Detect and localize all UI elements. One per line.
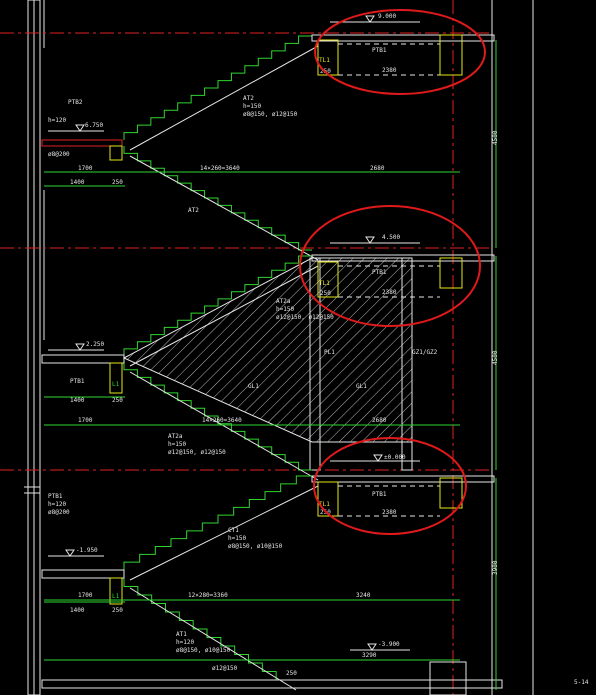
red-circle-top [314, 9, 486, 95]
svg-text:AT2a: AT2a [276, 298, 291, 305]
svg-text:GZ1/GZ2: GZ1/GZ2 [412, 349, 438, 356]
svg-text:PL1: PL1 [324, 349, 335, 356]
svg-text:4500: 4500 [492, 350, 499, 365]
svg-text:PTB1: PTB1 [372, 491, 387, 498]
svg-text:4500: 4500 [492, 130, 499, 145]
flight-lower-rising-soffit [129, 485, 319, 581]
svg-text:1700: 1700 [78, 417, 93, 424]
svg-text:ø12@150, ø12@150: ø12@150, ø12@150 [276, 314, 334, 321]
svg-text:1700: 1700 [78, 165, 93, 172]
svg-text:14×260=3640: 14×260=3640 [200, 165, 240, 172]
svg-text:h=120: h=120 [48, 501, 66, 508]
svg-text:ø8@150, ø10@150: ø8@150, ø10@150 [176, 647, 231, 654]
svg-text:1700: 1700 [78, 592, 93, 599]
svg-text:ø8@200: ø8@200 [48, 151, 70, 158]
svg-text:PTB1: PTB1 [48, 493, 63, 500]
svg-text:2380: 2380 [382, 289, 397, 296]
svg-text:h=150: h=150 [276, 306, 294, 313]
svg-text:ø12@150, ø12@150: ø12@150, ø12@150 [168, 449, 226, 456]
left-wall [24, 0, 45, 695]
svg-text:250: 250 [112, 397, 123, 404]
svg-text:6.750: 6.750 [85, 122, 103, 129]
svg-text:250: 250 [286, 670, 297, 677]
svg-text:CT1: CT1 [228, 527, 239, 534]
svg-text:2680: 2680 [370, 165, 385, 172]
svg-text:2.250: 2.250 [86, 341, 104, 348]
svg-text:250: 250 [112, 179, 123, 186]
svg-text:ø8@150, ø10@150: ø8@150, ø10@150 [228, 543, 283, 550]
svg-text:TL1: TL1 [319, 57, 330, 64]
svg-text:h=150: h=150 [228, 535, 246, 542]
svg-text:h=120: h=120 [48, 117, 66, 124]
svg-text:GL1: GL1 [356, 383, 367, 390]
flight-lower-falling-soffit [129, 587, 297, 691]
svg-text:AT1: AT1 [176, 631, 187, 638]
left-beams: L1 L1 PTB1 [70, 145, 123, 605]
svg-text:250: 250 [320, 290, 331, 297]
svg-text:2380: 2380 [382, 509, 397, 516]
svg-text:1400: 1400 [70, 607, 85, 614]
flight-lower-rising [123, 475, 312, 570]
svg-text:TL1: TL1 [319, 280, 330, 287]
svg-text:ø8@150, ø12@150: ø8@150, ø12@150 [243, 111, 298, 118]
svg-text:4.500: 4.500 [382, 234, 400, 241]
svg-text:250: 250 [112, 607, 123, 614]
svg-text:PTB1: PTB1 [372, 47, 387, 54]
red-circle-lower [313, 437, 467, 535]
svg-text:2680: 2680 [372, 417, 387, 424]
svg-text:9.000: 9.000 [378, 13, 396, 20]
svg-text:AT2: AT2 [243, 95, 254, 102]
svg-text:PTB2: PTB2 [68, 99, 83, 106]
svg-text:-3.900: -3.900 [378, 641, 400, 648]
svg-text:GL1: GL1 [248, 383, 259, 390]
svg-text:ø8@200: ø8@200 [48, 509, 70, 516]
svg-text:h=120: h=120 [176, 639, 194, 646]
svg-text:h=150: h=150 [168, 441, 186, 448]
svg-text:12×280=3360: 12×280=3360 [188, 592, 228, 599]
svg-text:2380: 2380 [382, 67, 397, 74]
flight-upper-rising [123, 35, 312, 140]
svg-text:AT2: AT2 [188, 207, 199, 214]
svg-text:AT2a: AT2a [168, 433, 183, 440]
svg-text:14×260=3640: 14×260=3640 [202, 417, 242, 424]
svg-text:L1: L1 [112, 381, 120, 388]
svg-text:PTB1: PTB1 [372, 269, 387, 276]
svg-text:ø12@150: ø12@150 [212, 665, 238, 672]
svg-text:±0.000: ±0.000 [384, 454, 406, 461]
flight-upper-rising-soffit [129, 45, 319, 151]
svg-text:1400: 1400 [70, 179, 85, 186]
svg-text:L1: L1 [112, 593, 120, 600]
svg-text:1400: 1400 [70, 397, 85, 404]
svg-text:3290: 3290 [362, 652, 377, 659]
sheet-number: 5-14 [574, 679, 589, 686]
stair-section-drawing: 5-14 PTB1 TL1 250 2380 PTB1 TL1 250 2380… [0, 0, 589, 695]
svg-text:3240: 3240 [356, 592, 371, 599]
svg-text:PTB1: PTB1 [70, 378, 85, 385]
ptb1-box-lower: PTB1 TL1 250 2380 [317, 477, 463, 517]
flight-upper-falling [123, 146, 312, 251]
hatched-section-area [122, 257, 413, 443]
svg-text:-1.950: -1.950 [76, 547, 98, 554]
svg-text:h=150: h=150 [243, 103, 261, 110]
svg-text:3900: 3900 [492, 560, 499, 575]
